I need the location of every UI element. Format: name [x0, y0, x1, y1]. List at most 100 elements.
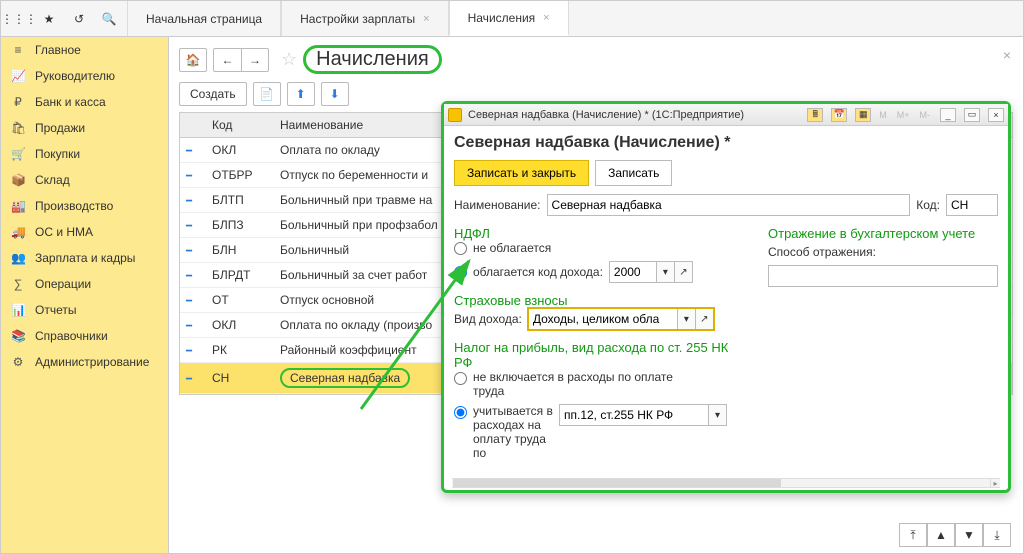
back-button[interactable]: ←	[213, 48, 241, 72]
sidebar-icon: 📦	[11, 173, 25, 187]
open-icon[interactable]: ↗	[675, 261, 693, 283]
grid-icon[interactable]: ▦	[855, 108, 871, 122]
sidebar-item-5[interactable]: 📦 Склад	[1, 167, 168, 193]
ndfl-heading: НДФЛ	[454, 226, 738, 241]
sidebar-item-4[interactable]: 🛒Покупки	[1, 141, 168, 167]
ins-heading: Страховые взносы	[454, 293, 738, 308]
row-marker-icon: ━	[186, 271, 192, 282]
sidebar-item-9[interactable]: ∑ Операции	[1, 271, 168, 297]
row-name: Отпуск по беременности и	[280, 168, 428, 182]
sidebar-item-label: Банк и касса	[35, 95, 106, 109]
calendar-icon[interactable]: 📅	[831, 108, 847, 122]
scrollbar[interactable]: ◂ ▸	[452, 478, 1000, 488]
sidebar-item-label: Главное	[35, 43, 81, 57]
ndfl-opt2: облагается код дохода:	[473, 265, 603, 279]
star-icon[interactable]: ★	[35, 5, 63, 33]
ndfl-radio-no[interactable]	[454, 242, 467, 255]
dropdown-icon[interactable]: ▾	[657, 261, 675, 283]
sidebar-item-8[interactable]: 👥Зарплата и кадры	[1, 245, 168, 271]
dropdown-icon[interactable]: ▾	[709, 404, 727, 426]
calc-icon[interactable]: 🖩	[807, 108, 823, 122]
ins-input[interactable]	[528, 308, 678, 330]
sidebar-item-label: Администрирование	[35, 355, 149, 369]
close-icon[interactable]: ×	[1003, 47, 1011, 63]
row-code: БЛТП	[206, 188, 274, 212]
save-button[interactable]: Записать	[595, 160, 672, 186]
maximize-icon[interactable]: ▭	[964, 108, 980, 122]
profit-radio-yes[interactable]	[454, 406, 467, 419]
close-icon[interactable]: ×	[543, 12, 549, 24]
scroll-down-button[interactable]: ▼	[955, 523, 983, 547]
scroll-up-button[interactable]: ▲	[927, 523, 955, 547]
name-input[interactable]	[547, 194, 911, 216]
scrollbar-thumb[interactable]	[453, 479, 781, 487]
sidebar-item-label: ОС и НМА	[35, 225, 93, 239]
row-code: ОКЛ	[206, 313, 274, 337]
sidebar-item-10[interactable]: 📊Отчеты	[1, 297, 168, 323]
sidebar-icon: ₽	[11, 95, 25, 109]
move-up-button[interactable]: ⬆	[287, 82, 315, 106]
apps-icon[interactable]: ⋮⋮⋮	[5, 5, 33, 33]
history-icon[interactable]: ↺	[65, 5, 93, 33]
scroll-right-icon[interactable]: ▸	[990, 479, 1000, 487]
sidebar-item-label: Руководителю	[35, 69, 115, 83]
home-button[interactable]: 🏠	[179, 48, 207, 72]
sidebar-item-1[interactable]: 📈Руководителю	[1, 63, 168, 89]
copy-button[interactable]: 📄	[253, 82, 281, 106]
code-input[interactable]	[946, 194, 998, 216]
row-name: Больничный за счет работ	[280, 268, 427, 282]
sidebar-icon: 📚	[11, 329, 25, 343]
tab-calc[interactable]: Начисления×	[449, 1, 569, 36]
acc-input[interactable]	[768, 265, 998, 287]
scroll-top-button[interactable]: ⤒	[899, 523, 927, 547]
move-down-button[interactable]: ⬇	[321, 82, 349, 106]
open-icon[interactable]: ↗	[696, 308, 714, 330]
create-button[interactable]: Создать	[179, 82, 247, 106]
sidebar-item-label: Операции	[35, 277, 91, 291]
save-close-button[interactable]: Записать и закрыть	[454, 160, 589, 186]
sidebar-item-11[interactable]: 📚Справочники	[1, 323, 168, 349]
row-marker-icon: ━	[186, 374, 192, 385]
sidebar-item-3[interactable]: 🛍Продажи	[1, 115, 168, 141]
sidebar-item-label: Производство	[35, 199, 113, 213]
sidebar-item-label: Склад	[35, 173, 70, 187]
mem-m[interactable]: M	[877, 110, 889, 120]
sidebar-item-6[interactable]: 🏭Производство	[1, 193, 168, 219]
sidebar-icon: ∑	[11, 277, 25, 291]
row-marker-icon: ━	[186, 146, 192, 157]
sidebar-item-12[interactable]: ⚙Администрирование	[1, 349, 168, 375]
ins-label: Вид дохода:	[454, 312, 522, 326]
sidebar-item-7[interactable]: 🚚ОС и НМА	[1, 219, 168, 245]
sidebar-item-2[interactable]: ₽ Банк и касса	[1, 89, 168, 115]
row-code: ОКЛ	[206, 138, 274, 162]
dialog: Северная надбавка (Начисление) * (1С:Пре…	[441, 101, 1011, 493]
close-icon[interactable]: ×	[988, 108, 1004, 122]
sidebar-item-0[interactable]: ≡Главное	[1, 37, 168, 63]
ndfl-radio-yes[interactable]	[454, 266, 467, 279]
profit-input[interactable]	[559, 404, 709, 426]
row-marker-icon: ━	[186, 221, 192, 232]
row-name: Северная надбавка	[280, 368, 410, 388]
col-header-code[interactable]: Код	[206, 113, 274, 137]
sidebar-icon: 🛍	[11, 121, 25, 135]
mem-mp[interactable]: M+	[895, 110, 912, 120]
ndfl-code-input[interactable]	[609, 261, 657, 283]
row-code: БЛРДТ	[206, 263, 274, 287]
minimize-icon[interactable]: _	[940, 108, 956, 122]
profit-radio-no[interactable]	[454, 372, 467, 385]
close-icon[interactable]: ×	[423, 13, 429, 25]
dropdown-icon[interactable]: ▾	[678, 308, 696, 330]
forward-button[interactable]: →	[241, 48, 269, 72]
search-icon[interactable]: 🔍	[95, 5, 123, 33]
row-name: Отпуск основной	[280, 293, 374, 307]
row-code: ОТБРР	[206, 163, 274, 187]
row-code: БЛН	[206, 238, 274, 262]
favorite-icon[interactable]: ☆	[281, 49, 297, 70]
tab-home-label: Начальная страница	[146, 12, 262, 26]
scroll-bottom-button[interactable]: ⤓	[983, 523, 1011, 547]
tab-home[interactable]: Начальная страница	[127, 1, 281, 36]
row-name: Районный коэффициент	[280, 343, 417, 357]
tab-settings[interactable]: Настройки зарплаты×	[281, 1, 449, 36]
mem-mm[interactable]: M-	[918, 110, 933, 120]
row-name: Оплата по окладу (произво	[280, 318, 432, 332]
